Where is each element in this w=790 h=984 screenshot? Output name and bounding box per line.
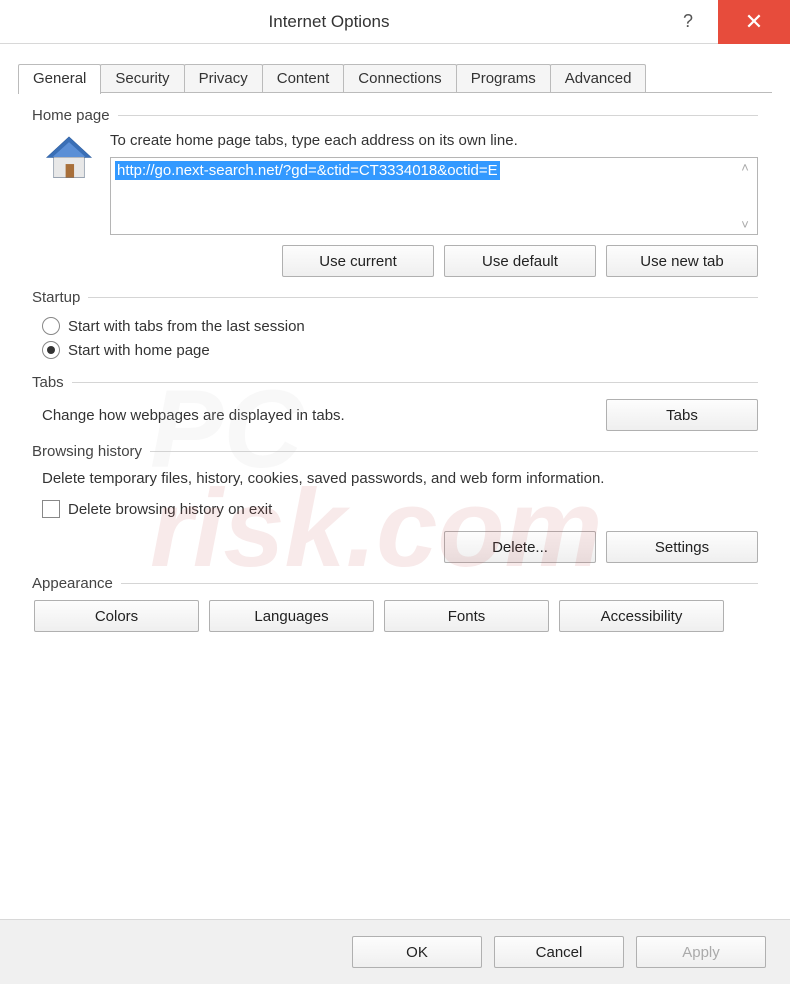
ok-button[interactable]: OK	[352, 936, 482, 968]
languages-button[interactable]: Languages	[209, 600, 374, 632]
tabs-group-title: Tabs	[32, 374, 72, 391]
accessibility-button[interactable]: Accessibility	[559, 600, 724, 632]
apply-button[interactable]: Apply	[636, 936, 766, 968]
use-default-button[interactable]: Use default	[444, 245, 596, 277]
delete-on-exit-checkbox[interactable]: Delete browsing history on exit	[32, 497, 758, 521]
tab-general[interactable]: General	[18, 64, 101, 94]
appearance-group: Appearance Colors Languages Fonts Access…	[32, 575, 758, 632]
scroll-down-icon[interactable]: ˅	[741, 217, 749, 232]
checkbox-label: Delete browsing history on exit	[68, 501, 272, 518]
tab-connections[interactable]: Connections	[343, 64, 456, 93]
tab-content[interactable]: Content	[262, 64, 345, 93]
use-current-button[interactable]: Use current	[282, 245, 434, 277]
radio-label: Start with tabs from the last session	[68, 318, 305, 335]
tabs-button[interactable]: Tabs	[606, 399, 758, 431]
radio-label: Start with home page	[68, 342, 210, 359]
radio-icon	[42, 317, 60, 335]
close-button[interactable]: ✕	[718, 0, 790, 44]
tabs-description: Change how webpages are displayed in tab…	[42, 407, 592, 424]
tab-advanced[interactable]: Advanced	[550, 64, 647, 93]
use-new-tab-button[interactable]: Use new tab	[606, 245, 758, 277]
dialog-footer: OK Cancel Apply	[0, 919, 790, 984]
general-panel: Home page To create home page tabs, type…	[0, 93, 790, 654]
homepage-instruction: To create home page tabs, type each addr…	[110, 132, 758, 149]
home-icon	[42, 132, 96, 186]
history-group-title: Browsing history	[32, 443, 150, 460]
help-button[interactable]: ?	[658, 0, 718, 44]
homepage-group-title: Home page	[32, 107, 118, 124]
titlebar: Internet Options ? ✕	[0, 0, 790, 44]
appearance-group-title: Appearance	[32, 575, 121, 592]
textarea-scrollbar[interactable]: ˄ ˅	[735, 160, 755, 232]
startup-group: Startup Start with tabs from the last se…	[32, 289, 758, 362]
tab-privacy[interactable]: Privacy	[184, 64, 263, 93]
radio-icon	[42, 341, 60, 359]
tab-programs[interactable]: Programs	[456, 64, 551, 93]
history-description: Delete temporary files, history, cookies…	[32, 468, 758, 489]
startup-last-session-radio[interactable]: Start with tabs from the last session	[32, 314, 758, 338]
scroll-up-icon[interactable]: ˄	[741, 160, 749, 175]
history-group: Browsing history Delete temporary files,…	[32, 443, 758, 563]
history-settings-button[interactable]: Settings	[606, 531, 758, 563]
startup-group-title: Startup	[32, 289, 88, 306]
colors-button[interactable]: Colors	[34, 600, 199, 632]
checkbox-icon	[42, 500, 60, 518]
tab-security[interactable]: Security	[100, 64, 184, 93]
tabs-group: Tabs Change how webpages are displayed i…	[32, 374, 758, 431]
cancel-button[interactable]: Cancel	[494, 936, 624, 968]
homepage-url-value: http://go.next-search.net/?gd=&ctid=CT33…	[115, 161, 500, 180]
window-title: Internet Options	[0, 12, 658, 32]
startup-home-page-radio[interactable]: Start with home page	[32, 338, 758, 362]
delete-history-button[interactable]: Delete...	[444, 531, 596, 563]
homepage-url-input[interactable]: http://go.next-search.net/?gd=&ctid=CT33…	[110, 157, 758, 235]
homepage-group: Home page To create home page tabs, type…	[32, 107, 758, 277]
fonts-button[interactable]: Fonts	[384, 600, 549, 632]
tab-strip: General Security Privacy Content Connect…	[0, 44, 790, 93]
